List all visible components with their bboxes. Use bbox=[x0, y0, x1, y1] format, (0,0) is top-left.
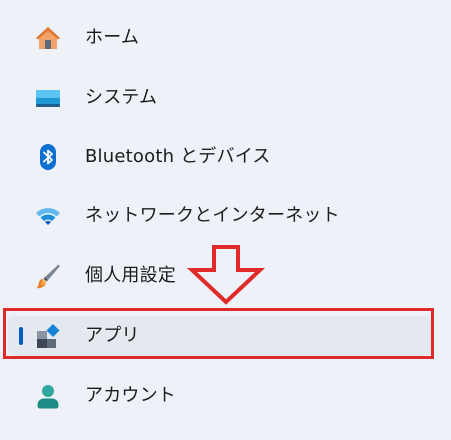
down-arrow-icon bbox=[186, 245, 266, 305]
sidebar-item-label: アカウント bbox=[85, 385, 176, 406]
sidebar-item-network[interactable]: ネットワークとインターネット bbox=[8, 196, 432, 236]
system-monitor-icon bbox=[34, 84, 62, 112]
sidebar-item-label: 個人用設定 bbox=[85, 265, 176, 286]
account-icon bbox=[34, 382, 62, 410]
sidebar-item-label: アプリ bbox=[85, 325, 140, 346]
sidebar-item-label: Bluetooth とデバイス bbox=[85, 146, 271, 167]
sidebar-item-label: ホーム bbox=[85, 27, 140, 48]
sidebar-item-label: ネットワークとインターネット bbox=[85, 205, 340, 226]
bluetooth-icon bbox=[34, 143, 62, 171]
sidebar-item-home[interactable]: ホーム bbox=[8, 18, 432, 58]
home-icon bbox=[34, 24, 62, 52]
sidebar-item-accounts[interactable]: アカウント bbox=[8, 376, 432, 416]
paintbrush-icon bbox=[34, 262, 62, 290]
selection-indicator bbox=[19, 327, 23, 345]
sidebar-item-bluetooth-devices[interactable]: Bluetooth とデバイス bbox=[8, 137, 432, 177]
sidebar-item-system[interactable]: システム bbox=[8, 78, 432, 118]
sidebar-item-label: システム bbox=[85, 87, 158, 108]
sidebar-item-apps[interactable]: アプリ bbox=[8, 316, 432, 356]
apps-icon bbox=[34, 322, 62, 350]
wifi-icon bbox=[34, 202, 62, 230]
